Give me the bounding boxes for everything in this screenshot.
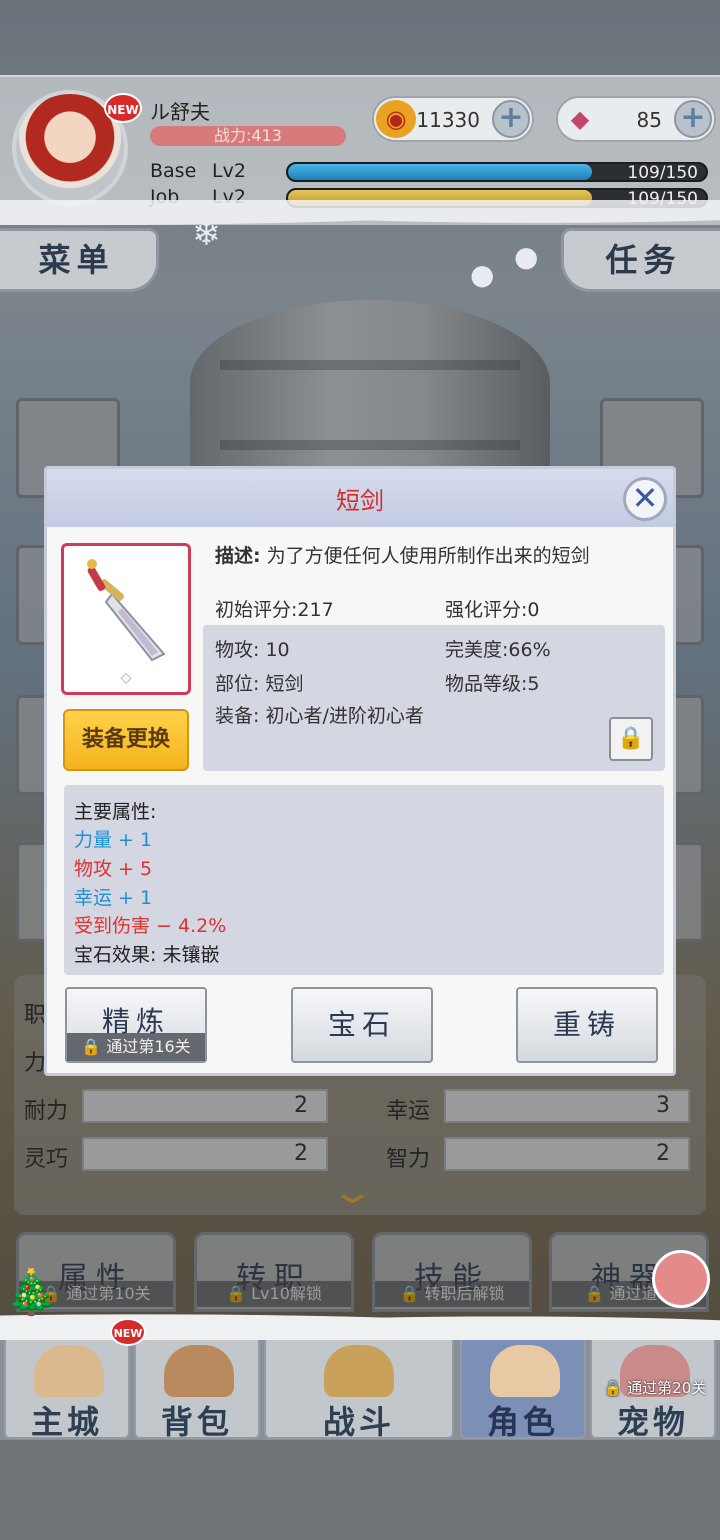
crossed-swords-icon (324, 1345, 394, 1397)
nav-backpack-label: 背包 (160, 1403, 233, 1441)
gem-effect-label: 宝石效果: (74, 944, 157, 966)
dialog-title: 短剑 (336, 487, 384, 515)
attributes-title: 主要属性: (74, 801, 157, 823)
add-gem-button[interactable]: + (674, 100, 712, 138)
menu-button[interactable]: 菜单 (0, 228, 159, 292)
perfection-value: 66% (508, 639, 551, 661)
gold-counter: ◉ 11330 + (372, 96, 534, 142)
nav-battle[interactable]: 战斗 (264, 1335, 454, 1441)
nav-backpack[interactable]: 背包 (134, 1335, 260, 1441)
base-score-row: 初始评分:217 (215, 595, 334, 622)
task-button[interactable]: 任务 (561, 228, 720, 292)
description-text: 为了方便任何人使用所制作出来的短剑 (266, 545, 590, 567)
patk-row: 物攻: 10 (215, 635, 290, 662)
close-button[interactable]: ✕ (623, 477, 667, 521)
nav-character[interactable]: 角色 (460, 1335, 586, 1441)
nav-battle-label: 战斗 (322, 1403, 395, 1441)
base-exp-fill (288, 164, 592, 180)
christmas-tree-icon[interactable]: 🎄 (4, 1266, 59, 1318)
gem-icon: ◆ (570, 105, 590, 133)
base-level-value: Lv2 (212, 160, 246, 182)
bottom-system-area (0, 1440, 720, 1540)
ornament-icon: ● (470, 258, 495, 291)
perfection-row: 完美度:66% (445, 635, 551, 662)
nav-pet-label: 宠物 (616, 1403, 689, 1441)
gem-effect-value: 未镶嵌 (162, 944, 220, 966)
refine-button[interactable]: 精炼 🔒 通过第16关 (65, 987, 207, 1063)
backpack-icon (164, 1345, 234, 1397)
player-name: ル舒夫 (150, 100, 210, 124)
description-row: 描述: 为了方便任何人使用所制作出来的短剑 (215, 541, 590, 568)
character-icon (490, 1345, 560, 1397)
base-exp-bar: 109/150 (286, 162, 708, 182)
attribute-line: 受到伤害 − 4.2% (74, 915, 227, 937)
nav-pet[interactable]: 🔒 通过第20关 宠物 (590, 1335, 716, 1441)
gem-counter: ◆ 85 + (556, 96, 716, 142)
nav-pet-lock-text: 通过第20关 (627, 1379, 707, 1397)
gem-effect-row: 宝石效果: 未镶嵌 (74, 940, 219, 967)
description-label: 描述: (215, 545, 261, 567)
refine-lock: 🔒 通过第16关 (67, 1033, 205, 1061)
combat-power: 战力:413 (150, 126, 346, 146)
enhance-score-value: 0 (527, 599, 540, 621)
reforge-button[interactable]: 重铸 (516, 987, 658, 1063)
patk-value: 10 (265, 639, 290, 661)
equip-class-value: 初心者/进阶初心者 (265, 705, 424, 727)
item-level-row: 物品等级:5 (445, 669, 540, 696)
nav-character-label: 角色 (486, 1403, 559, 1441)
refine-lock-text: 通过第16关 (106, 1037, 191, 1056)
short-sword-icon (87, 559, 166, 662)
dialog-title-bar: 短剑 (47, 469, 673, 527)
enhance-score-label: 强化评分: (445, 599, 528, 621)
item-level-label: 物品等级: (445, 673, 528, 695)
item-detail-dialog: 短剑 ✕ ◇ 装备更换 描述: 为了方便任何人使用所制作出来的短剑 初始评分:2… (44, 466, 676, 1076)
attributes-box: 主要属性: 力量 + 1 物攻 + 5 幸运 + 1 受到伤害 − 4.2% 宝… (64, 785, 664, 975)
base-level-label: Base (150, 160, 197, 182)
attribute-line: 幸运 + 1 (74, 887, 153, 909)
nav-snow-decoration (0, 1310, 720, 1340)
gold-coin-icon: ◉ (376, 100, 416, 138)
nav-new-badge: NEW (110, 1318, 146, 1346)
perfection-label: 完美度: (445, 639, 509, 661)
socket-slot-icon: ◇ (120, 670, 132, 686)
slot-row: 部位: 短剑 (215, 669, 303, 696)
attribute-line: 力量 + 1 (74, 829, 153, 851)
base-score-value: 217 (297, 599, 334, 621)
equip-class-label: 装备: (215, 705, 260, 727)
base-exp-text: 109/150 (627, 163, 698, 182)
nav-main-city[interactable]: 主城 (4, 1335, 130, 1441)
nav-pet-lock: 🔒 通过第20关 (603, 1379, 707, 1397)
gold-amount: 11330 (416, 108, 480, 132)
lock-icon[interactable]: 🔒 (609, 717, 653, 761)
swap-equipment-button[interactable]: 装备更换 (63, 709, 189, 771)
item-icon-frame: ◇ (61, 543, 191, 695)
patk-label: 物攻: (215, 639, 260, 661)
avatar-new-badge: NEW (104, 93, 142, 123)
floating-pet-icon[interactable] (652, 1250, 710, 1308)
base-score-label: 初始评分: (215, 599, 298, 621)
snowflake-icon: ❄ (192, 214, 221, 254)
add-gold-button[interactable]: + (492, 100, 530, 138)
nav-main-city-label: 主城 (30, 1403, 103, 1441)
enhance-score-row: 强化评分:0 (445, 595, 540, 622)
item-info-box: 物攻: 10 完美度:66% 部位: 短剑 物品等级:5 装备: 初心者/进阶初… (203, 625, 665, 771)
bottom-nav: 主城 背包 战斗 角色 🔒 通过第20关 宠物 (0, 1325, 720, 1441)
equip-class-row: 装备: 初心者/进阶初心者 (215, 701, 424, 728)
castle-icon (34, 1345, 104, 1397)
ornament-icon: ● (514, 240, 539, 273)
attribute-line: 物攻 + 5 (74, 858, 153, 880)
slot-label: 部位: (215, 673, 260, 695)
gem-amount: 85 (636, 108, 662, 132)
item-level-value: 5 (527, 673, 540, 695)
slot-value: 短剑 (265, 673, 304, 695)
gem-button[interactable]: 宝石 (291, 987, 433, 1063)
